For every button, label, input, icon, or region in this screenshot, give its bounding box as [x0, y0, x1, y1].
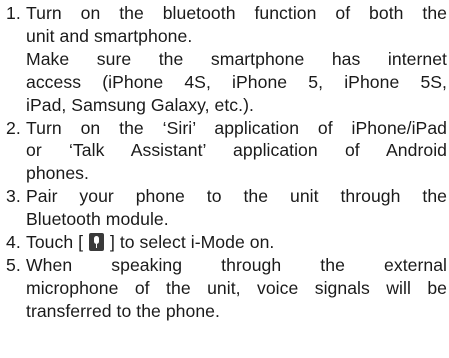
step-number: 2.: [6, 117, 21, 138]
step-text-line: or ‘Talk Assistant’ application of Andro…: [26, 140, 447, 161]
step-4: 4. Touch [ ] to select i-Mode on.: [0, 231, 449, 254]
step-number: 1.: [6, 3, 21, 23]
step-number: 5.: [6, 254, 21, 275]
step-text-line: Turn on the bluetooth function of both t…: [26, 3, 447, 23]
step-text-line: Make sure the smartphone has internet: [26, 48, 447, 69]
step-text-line: microphone of the unit, voice signals wi…: [26, 277, 447, 298]
step-text-line: iPad, Samsung Galaxy, etc.).: [26, 94, 254, 115]
step-text-after-icon: ] to select i-Mode on.: [105, 232, 275, 253]
step-number: 4.: [6, 232, 21, 253]
step-5: 5. When speaking through the external mi…: [0, 254, 449, 323]
step-text-line: Pair your phone to the unit through the: [26, 186, 447, 207]
step-2: 2. Turn on the ‘Siri’ application of iPh…: [0, 117, 449, 186]
step-text-line: phones.: [26, 163, 89, 184]
instruction-document: 1. Turn on the bluetooth function of bot…: [0, 2, 449, 323]
step-text-line: transferred to the phone.: [26, 300, 220, 321]
step-text-line: Touch [ ] to select i-Mode on.: [26, 231, 449, 254]
step-text-line: unit and smartphone.: [26, 25, 193, 46]
step-1: 1. Turn on the bluetooth function of bot…: [0, 2, 449, 117]
step-text-line: access (iPhone 4S, iPhone 5, iPhone 5S,: [26, 71, 447, 92]
step-text-line: Bluetooth module.: [26, 209, 169, 230]
step-text-before-icon: Touch [: [26, 232, 89, 253]
step-text-line: Turn on the ‘Siri’ application of iPhone…: [26, 117, 447, 138]
step-text-line: When speaking through the external: [26, 254, 447, 275]
step-3: 3. Pair your phone to the unit through t…: [0, 185, 449, 231]
step-number: 3.: [6, 186, 21, 207]
microphone-icon: [89, 233, 105, 252]
